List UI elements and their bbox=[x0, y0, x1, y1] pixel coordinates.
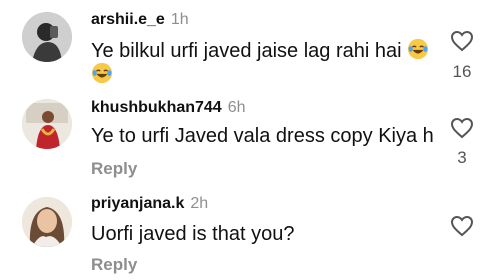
comment-meta: khushbukhan744 6h bbox=[91, 99, 246, 117]
comment-text: Ye bilkul urfi javed jaise lag rahi hai bbox=[91, 38, 429, 63]
comment-item: khushbukhan744 6h Ye to urfi Javed vala d… bbox=[0, 95, 500, 185]
like-count: 16 bbox=[452, 62, 472, 81]
username[interactable]: priyanjana.k bbox=[91, 195, 184, 212]
comment-meta: priyanjana.k 2h bbox=[91, 195, 208, 213]
heart-outline-icon[interactable] bbox=[450, 215, 474, 237]
timestamp: 2h bbox=[190, 195, 209, 212]
avatar[interactable] bbox=[22, 197, 72, 247]
username[interactable]: khushbukhan744 bbox=[91, 99, 222, 116]
reply-button[interactable]: Reply bbox=[91, 159, 137, 179]
comment-meta: arshii.e_e 1h bbox=[91, 11, 189, 29]
heart-outline-icon[interactable] bbox=[450, 30, 474, 52]
username[interactable]: arshii.e_e bbox=[91, 11, 165, 28]
avatar[interactable] bbox=[22, 99, 72, 149]
comment-text: Uorfi javed is that you? bbox=[91, 223, 295, 245]
tears-of-joy-emoji bbox=[408, 38, 429, 60]
comment-item: arshii.e_e 1h Ye bilkul urfi javed jaise … bbox=[0, 0, 500, 95]
like-count: 3 bbox=[457, 148, 467, 167]
heart-outline-icon[interactable] bbox=[450, 117, 474, 139]
avatar[interactable] bbox=[22, 12, 72, 62]
tears-of-joy-emoji bbox=[91, 62, 113, 84]
timestamp: 1h bbox=[170, 11, 189, 28]
comment-item: priyanjana.k 2h Uorfi javed is that you? … bbox=[0, 185, 500, 280]
comment-text: Ye to urfi Javed vala dress copy Kiya h bbox=[91, 125, 434, 147]
timestamp: 6h bbox=[227, 99, 246, 116]
reply-button[interactable]: Reply bbox=[91, 255, 137, 275]
comment-text-continued bbox=[91, 62, 113, 87]
